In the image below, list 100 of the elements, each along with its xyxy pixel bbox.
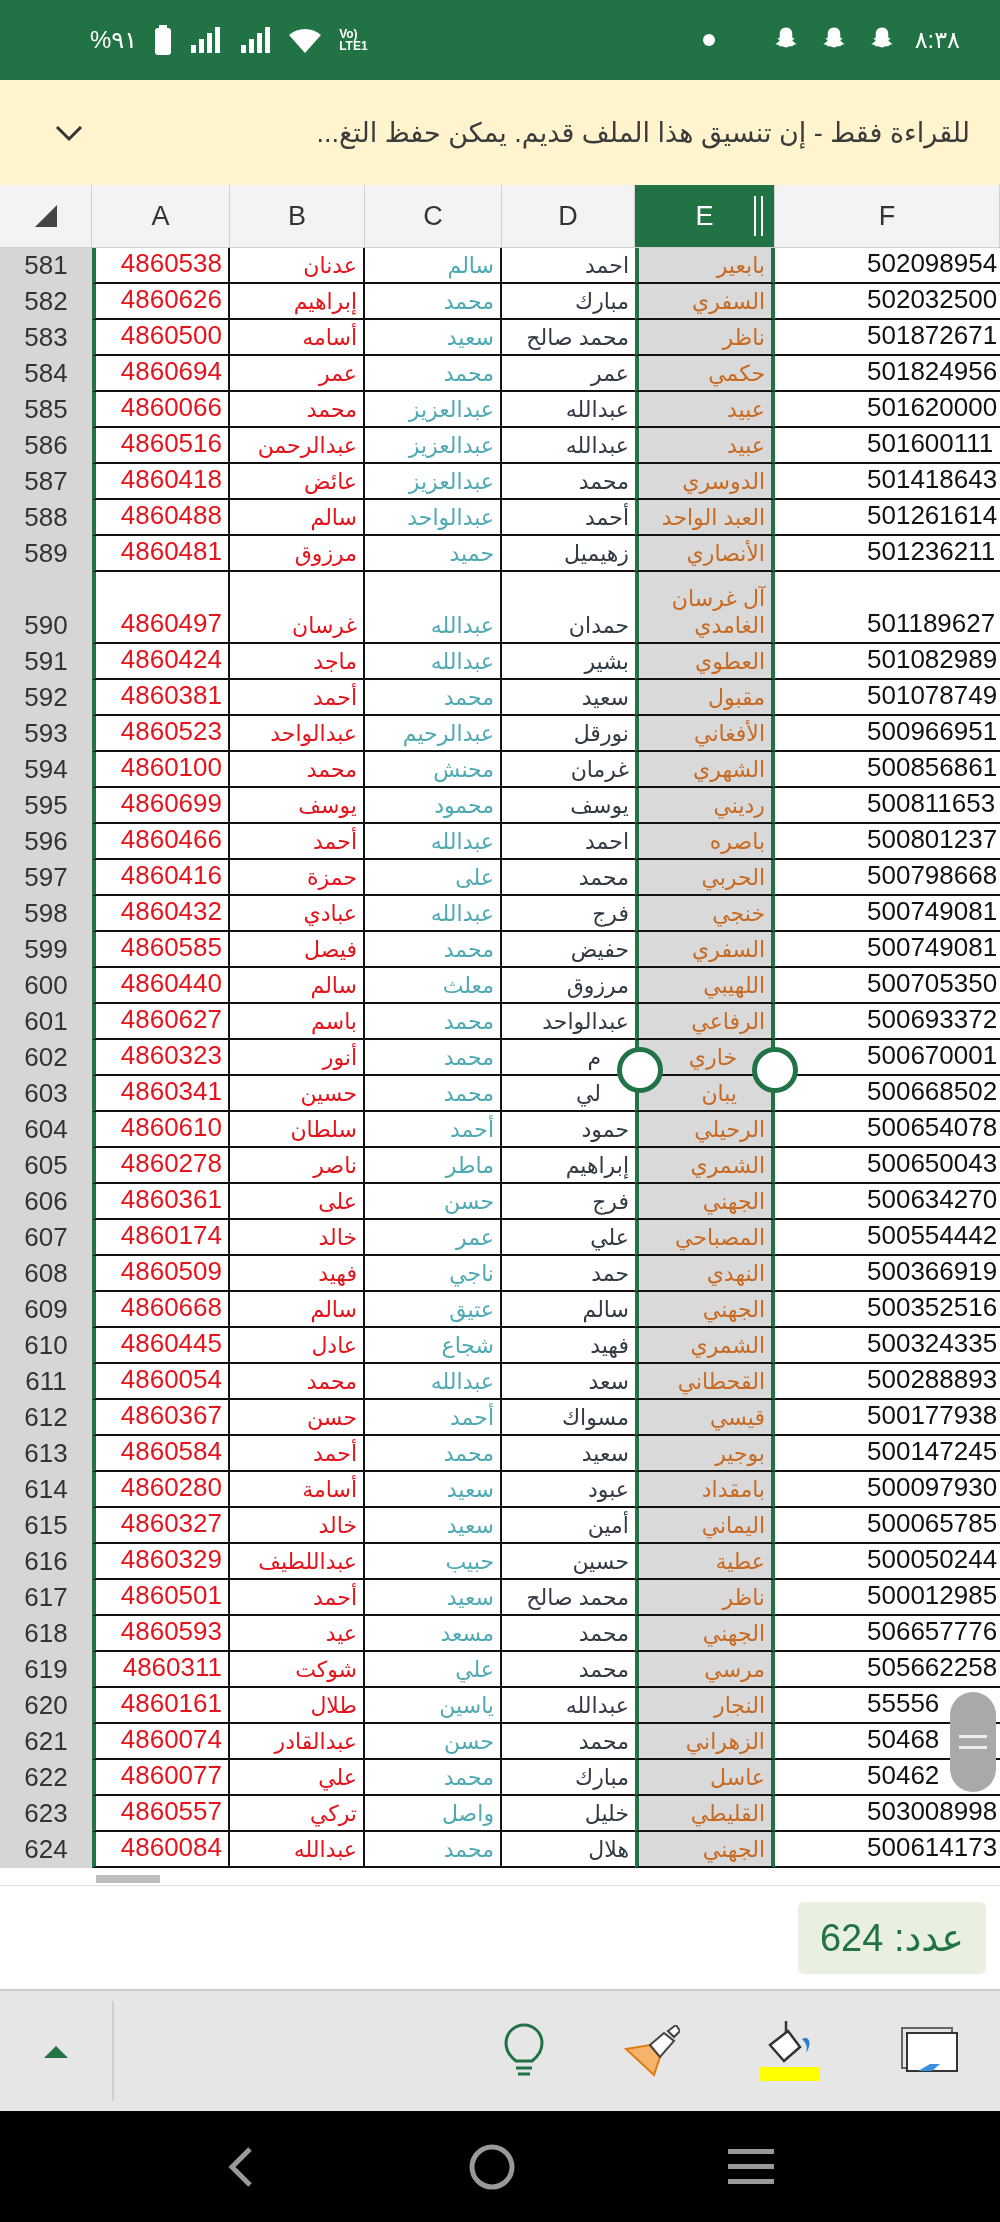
table-cell: 4860497 (92, 572, 230, 644)
table-cell: عمر (502, 356, 635, 392)
table-cell: 4860077 (92, 1760, 230, 1796)
row-header[interactable]: 595 (0, 788, 92, 824)
table-cell: 4860066 (92, 392, 230, 428)
table-cell: محمد (230, 1364, 365, 1400)
table-cell: حميد (365, 536, 502, 572)
table-cell: إبراهيم (230, 284, 365, 320)
table-cell: سعيد (365, 1472, 502, 1508)
table-cell: الجهني (635, 1184, 775, 1220)
table-cell: عبدالرحمن (230, 428, 365, 464)
row-header[interactable]: 613 (0, 1436, 92, 1472)
row-header[interactable]: 601 (0, 1004, 92, 1040)
column-header[interactable]: B (230, 185, 365, 248)
signal-icon (189, 25, 222, 55)
row-header[interactable]: 599 (0, 932, 92, 968)
table-cell: زهيميل (502, 536, 635, 572)
row-header[interactable]: 612 (0, 1400, 92, 1436)
table-cell: سعيد (365, 320, 502, 356)
row-header[interactable]: 606 (0, 1184, 92, 1220)
table-cell: عبدالله (502, 428, 635, 464)
table-cell: محمد (230, 752, 365, 788)
row-header[interactable]: 614 (0, 1472, 92, 1508)
row-header[interactable]: 604 (0, 1112, 92, 1148)
scroll-handle[interactable] (950, 1692, 996, 1792)
row-header[interactable]: 616 (0, 1544, 92, 1580)
row-header[interactable]: 586 (0, 428, 92, 464)
volte-label: Vo) LTE1 (339, 28, 368, 52)
table-cell: عبدالله (502, 1688, 635, 1724)
table-cell: شوكت (230, 1652, 365, 1688)
row-header[interactable]: 591 (0, 644, 92, 680)
row-header[interactable]: 609 (0, 1292, 92, 1328)
table-cell: محمد (365, 1436, 502, 1472)
row-header[interactable]: 615 (0, 1508, 92, 1544)
row-header[interactable]: 600 (0, 968, 92, 1004)
column-header[interactable]: E (635, 185, 775, 248)
row-header[interactable]: 584 (0, 356, 92, 392)
table-cell: بامقداد (635, 1472, 775, 1508)
horizontal-scrollbar[interactable] (96, 1875, 160, 1883)
table-cell: 4860161 (92, 1688, 230, 1724)
resize-handle-icon[interactable] (754, 196, 764, 236)
table-cell: بوجير (635, 1436, 775, 1472)
row-header[interactable]: 587 (0, 464, 92, 500)
table-cell: النهدي (635, 1256, 775, 1292)
table-cell: مبارك (502, 1760, 635, 1796)
table-cell: حكمي (635, 356, 775, 392)
select-all-icon[interactable] (34, 205, 57, 227)
table-cell: 4860311 (92, 1652, 230, 1688)
row-header[interactable]: 619 (0, 1652, 92, 1688)
table-cell: تركي (230, 1796, 365, 1832)
row-header[interactable]: 622 (0, 1760, 92, 1796)
row-header[interactable]: 597 (0, 860, 92, 896)
row-header[interactable]: 582 (0, 284, 92, 320)
row-header[interactable]: 590 (0, 572, 92, 644)
row-header[interactable]: 610 (0, 1328, 92, 1364)
row-header[interactable]: 581 (0, 248, 92, 284)
column-header[interactable]: D (502, 185, 635, 248)
table-cell: عبداللطيف (230, 1544, 365, 1580)
row-header[interactable]: 605 (0, 1148, 92, 1184)
row-header[interactable]: 608 (0, 1256, 92, 1292)
row-header[interactable]: 618 (0, 1616, 92, 1652)
row-header[interactable]: 598 (0, 896, 92, 932)
row-header[interactable]: 594 (0, 752, 92, 788)
table-cell: عبدالله (365, 644, 502, 680)
row-header[interactable]: 596 (0, 824, 92, 860)
row-header[interactable]: 611 (0, 1364, 92, 1400)
table-cell: الأفغاني (635, 716, 775, 752)
row-header[interactable]: 589 (0, 536, 92, 572)
row-header[interactable]: 603 (0, 1076, 92, 1112)
table-cell: معلث (365, 968, 502, 1004)
table-cell: 4860466 (92, 824, 230, 860)
table-cell: 4860668 (92, 1292, 230, 1328)
row-header[interactable]: 583 (0, 320, 92, 356)
row-header[interactable]: 621 (0, 1724, 92, 1760)
table-cell: سالم (502, 1292, 635, 1328)
row-header[interactable]: 623 (0, 1796, 92, 1832)
row-header[interactable]: 593 (0, 716, 92, 752)
column-header[interactable]: C (365, 185, 502, 248)
row-header[interactable]: 602 (0, 1040, 92, 1076)
table-cell: 4860323 (92, 1040, 230, 1076)
row-header[interactable]: 588 (0, 500, 92, 536)
column-header[interactable]: A (92, 185, 230, 248)
table-cell: عبدالعزيز (365, 464, 502, 500)
table-cell: هلال (502, 1832, 635, 1868)
row-header[interactable]: 607 (0, 1220, 92, 1256)
table-cell: 4860627 (92, 1004, 230, 1040)
row-header[interactable]: 620 (0, 1688, 92, 1724)
table-cell: 4860361 (92, 1184, 230, 1220)
row-header[interactable]: 624 (0, 1832, 92, 1868)
table-cell: رديني (635, 788, 775, 824)
table-cell: سعيد (365, 1580, 502, 1616)
table-cell: يوسف (230, 788, 365, 824)
column-header[interactable]: F (775, 185, 1000, 248)
row-header[interactable]: 585 (0, 392, 92, 428)
row-header[interactable]: 592 (0, 680, 92, 716)
notification-dot-icon (702, 34, 715, 46)
table-cell: 4860538 (92, 248, 230, 284)
table-cell: أحمد (502, 500, 635, 536)
table-cell: 4860329 (92, 1544, 230, 1580)
row-header[interactable]: 617 (0, 1580, 92, 1616)
